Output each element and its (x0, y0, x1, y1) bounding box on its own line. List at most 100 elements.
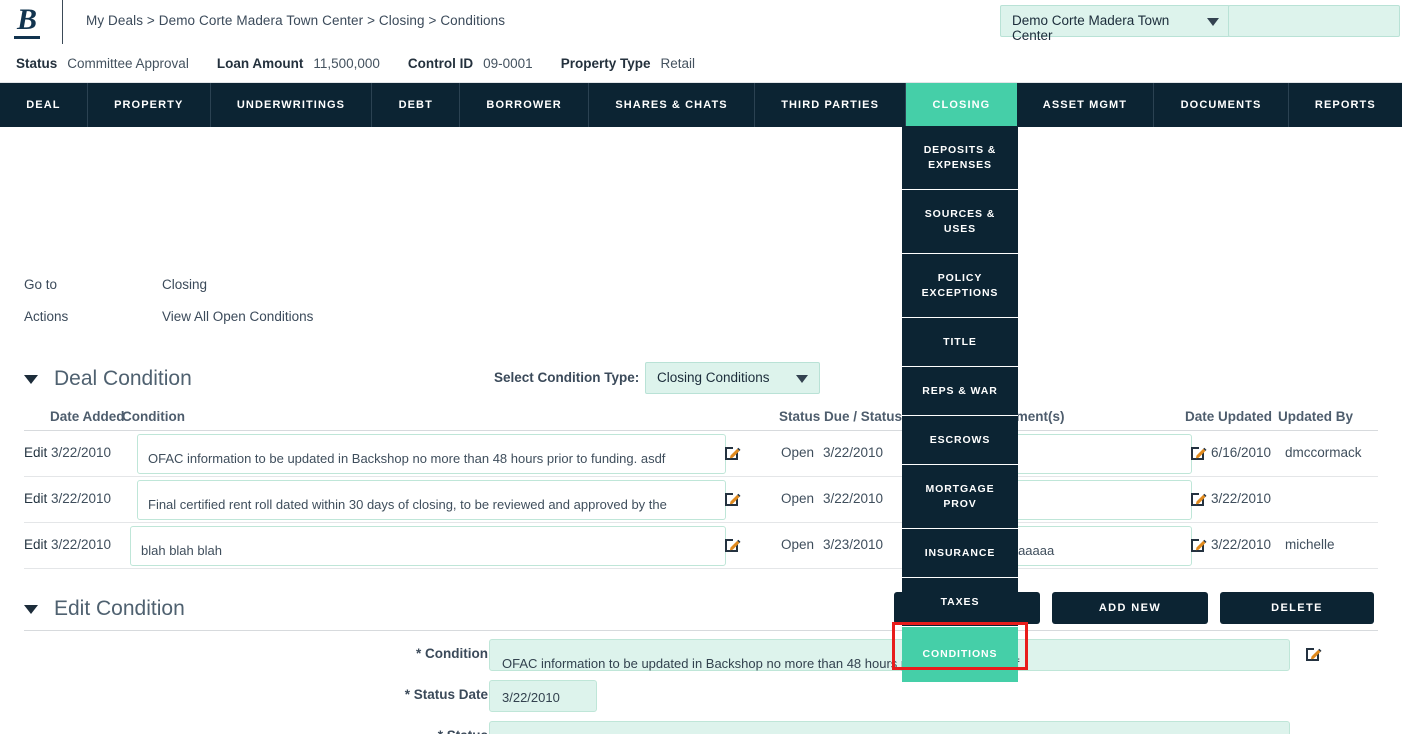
main-navigation: DEAL PROPERTY UNDERWRITINGS DEBT BORROWE… (0, 83, 1402, 127)
dropdown-item-policy-exceptions[interactable]: POLICY EXCEPTIONS (902, 254, 1018, 318)
top-bar: B My Deals > Demo Corte Madera Town Cent… (0, 0, 1402, 44)
row-status: Open (781, 537, 815, 552)
condition-field[interactable]: OFAC information to be updated in Backsh… (489, 639, 1290, 671)
col-header-condition: Condition (122, 409, 185, 424)
goto-value[interactable]: Closing (162, 277, 207, 292)
row-edit-link[interactable]: Edit (24, 445, 47, 460)
deal-condition-heading: Deal Condition (24, 367, 192, 391)
row-edit-link[interactable]: Edit (24, 537, 47, 552)
edit-pencil-icon[interactable] (1305, 645, 1322, 662)
row-date-added: 3/22/2010 (51, 445, 112, 460)
row-date-added: 3/22/2010 (51, 491, 112, 506)
dropdown-item-mortgage-prov[interactable]: MORTGAGE PROV (902, 465, 1018, 529)
nav-tab-closing[interactable]: CLOSING (906, 83, 1017, 127)
row-condition-field[interactable]: Final certified rent roll dated within 3… (137, 480, 726, 520)
deal-selector-dropdown[interactable]: Demo Corte Madera Town Center (1000, 5, 1230, 43)
edit-condition-title: Edit Condition (54, 597, 185, 620)
row-due-date: 3/23/2010 (823, 537, 884, 552)
edit-pencil-icon[interactable] (724, 536, 741, 553)
status-value: Committee Approval (67, 56, 189, 71)
row-edit-link[interactable]: Edit (24, 491, 47, 506)
status-label: Status (16, 56, 58, 71)
status-date-field[interactable]: 3/22/2010 (489, 680, 597, 712)
nav-tab-deal[interactable]: DEAL (0, 83, 88, 127)
status-dropdown[interactable]: Open (489, 721, 1290, 734)
nav-tab-shares-chats[interactable]: SHARES & CHATS (589, 83, 755, 127)
nav-tab-debt[interactable]: DEBT (372, 83, 461, 127)
row-date-updated: 3/22/2010 (1211, 537, 1272, 552)
conditions-table: Date Added Condition Status Due / Status… (24, 409, 1378, 569)
row-due-date: 3/22/2010 (823, 491, 884, 506)
deal-selector-value: Demo Corte Madera Town Center (1012, 13, 1170, 43)
condition-field-label: * Condition (416, 646, 488, 661)
edit-pencil-icon[interactable] (724, 444, 741, 461)
table-row: Edit 3/22/2010 Final certified rent roll… (24, 477, 1378, 523)
dropdown-item-reps-war[interactable]: REPS & WAR (902, 367, 1018, 416)
col-header-date-added: Date Added (50, 409, 125, 424)
dropdown-item-conditions[interactable]: CONDITIONS (902, 627, 1018, 683)
row-date-updated: 6/16/2010 (1211, 445, 1272, 460)
row-status: Open (781, 491, 815, 506)
nav-tab-underwritings[interactable]: UNDERWRITINGS (211, 83, 373, 127)
collapse-triangle-icon[interactable] (24, 374, 38, 384)
dropdown-item-sources-uses[interactable]: SOURCES & USES (902, 190, 1018, 254)
row-status: Open (781, 445, 815, 460)
property-type-value: Retail (660, 56, 695, 71)
loan-amount-value: 11,500,000 (313, 56, 380, 71)
status-field-label: * Status (288, 728, 488, 734)
dropdown-item-escrows[interactable]: ESCROWS (902, 416, 1018, 465)
deal-condition-title: Deal Condition (54, 367, 192, 390)
dropdown-item-title[interactable]: TITLE (902, 318, 1018, 367)
closing-dropdown-menu: DEPOSITS & EXPENSES SOURCES & USES POLIC… (902, 126, 1018, 683)
select-condition-type-label: Select Condition Type: (494, 370, 640, 385)
collapse-triangle-icon[interactable] (24, 604, 38, 614)
col-header-status: Status (779, 409, 821, 424)
row-due-date: 3/22/2010 (823, 445, 884, 460)
edit-pencil-icon[interactable] (1190, 444, 1207, 461)
row-date-updated: 3/22/2010 (1211, 491, 1272, 506)
edit-pencil-icon[interactable] (1190, 490, 1207, 507)
property-type-label: Property Type (560, 56, 651, 71)
row-condition-field[interactable]: OFAC information to be updated in Backsh… (137, 434, 726, 474)
nav-tab-property[interactable]: PROPERTY (88, 83, 211, 127)
app-logo: B (14, 4, 41, 39)
col-header-due-status: Due / Status (824, 409, 903, 424)
chevron-down-icon (1207, 18, 1219, 26)
table-row: Edit 3/22/2010 blah blah blah Open 3/23/… (24, 523, 1378, 569)
nav-tab-asset-mgmt[interactable]: ASSET MGMT (1017, 83, 1155, 127)
nav-tab-borrower[interactable]: BORROWER (460, 83, 590, 127)
table-header-row: Date Added Condition Status Due / Status… (24, 409, 1378, 431)
dropdown-item-deposits-expenses[interactable]: DEPOSITS & EXPENSES (902, 126, 1018, 190)
search-input[interactable] (1228, 5, 1400, 37)
chevron-down-icon (796, 375, 808, 383)
dropdown-item-insurance[interactable]: INSURANCE (902, 529, 1018, 578)
row-condition-field[interactable]: blah blah blah (130, 526, 726, 566)
logo-divider (62, 0, 63, 44)
edit-pencil-icon[interactable] (1190, 536, 1207, 553)
status-date-field-label: * Status Date (404, 687, 488, 702)
edit-condition-heading: Edit Condition (24, 597, 185, 621)
section-divider (24, 630, 1378, 631)
col-header-date-updated: Date Updated (1185, 409, 1273, 424)
nav-tab-third-parties[interactable]: THIRD PARTIES (755, 83, 907, 127)
row-date-added: 3/22/2010 (51, 537, 112, 552)
dropdown-item-taxes[interactable]: TAXES (902, 578, 1018, 627)
app-root: B My Deals > Demo Corte Madera Town Cent… (0, 0, 1402, 734)
actions-view-all-open-conditions[interactable]: View All Open Conditions (162, 309, 313, 324)
table-row: Edit 3/22/2010 OFAC information to be up… (24, 431, 1378, 477)
goto-label: Go to (24, 277, 58, 292)
condition-type-dropdown[interactable]: Closing Conditions (645, 362, 820, 394)
breadcrumb[interactable]: My Deals > Demo Corte Madera Town Center… (86, 13, 505, 28)
control-id-value: 09-0001 (483, 56, 533, 71)
edit-condition-add-new-button[interactable]: ADD NEW (1052, 592, 1208, 624)
nav-tab-documents[interactable]: DOCUMENTS (1154, 83, 1289, 127)
deal-status-strip: Status Committee Approval Loan Amount 11,50… (0, 44, 1402, 83)
condition-type-value: Closing Conditions (657, 370, 770, 385)
edit-condition-delete-button[interactable]: DELETE (1220, 592, 1374, 624)
control-id-label: Control ID (407, 56, 474, 71)
edit-pencil-icon[interactable] (724, 490, 741, 507)
row-updated-by: michelle (1285, 537, 1335, 552)
nav-tab-reports[interactable]: REPORTS (1289, 83, 1402, 127)
row-updated-by: dmccormack (1285, 445, 1362, 460)
col-header-updated-by: Updated By (1278, 409, 1354, 424)
